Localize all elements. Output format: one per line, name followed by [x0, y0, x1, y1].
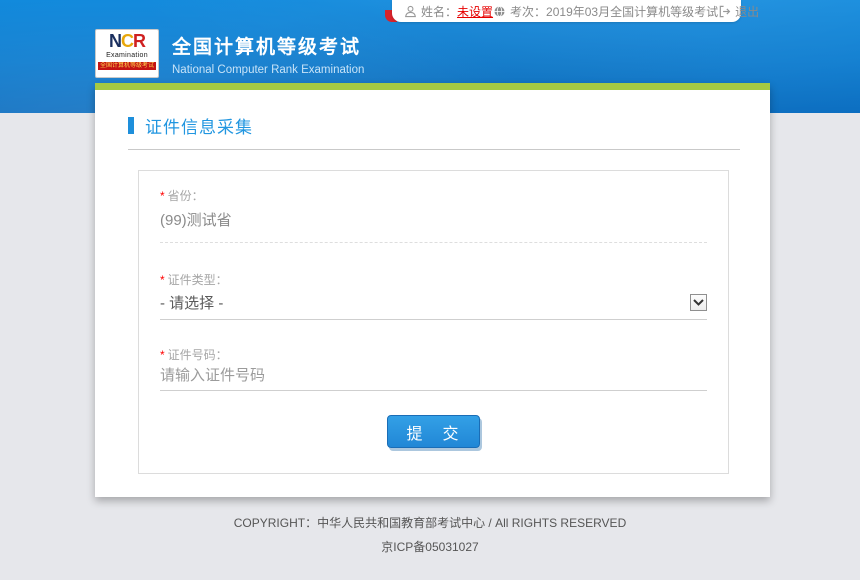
- chevron-down-icon: [693, 299, 704, 306]
- site-title-en: National Computer Rank Examination: [172, 64, 364, 76]
- field-divider: [160, 242, 707, 243]
- user-name-value[interactable]: 未设置: [457, 3, 493, 20]
- user-name-label: 姓名：: [421, 3, 457, 20]
- exam-session-value: 2019年03月全国计算机等级考试: [546, 3, 718, 20]
- ncre-logo: NCR Examination 全国计算机等级考试: [95, 29, 159, 78]
- logo-band-text: 全国计算机等级考试: [98, 62, 156, 70]
- page: 姓名： 未设置 考次： 2019年03月全国计算机等级考试 退出 NCR: [0, 0, 860, 580]
- site-title-cn: 全国计算机等级考试: [172, 32, 364, 59]
- user-status-bar: 姓名： 未设置 考次： 2019年03月全国计算机等级考试 退出: [392, 0, 741, 22]
- page-footer: COPYRIGHT：中华人民共和国教育部考试中心 / All RIGHTS RE…: [0, 514, 860, 555]
- exam-session-group: 考次： 2019年03月全国计算机等级考试: [493, 3, 718, 20]
- globe-icon: [493, 5, 506, 18]
- logout-group[interactable]: 退出: [718, 3, 759, 20]
- select-dropdown-button[interactable]: [690, 294, 707, 311]
- id-info-form: *省份： (99)测试省 *证件类型： - 请选择 -: [138, 170, 729, 474]
- title-divider: [128, 149, 740, 150]
- province-field: *省份： (99)测试省: [139, 187, 728, 243]
- required-asterisk: *: [160, 348, 165, 362]
- exam-session-label: 考次：: [510, 3, 546, 20]
- logout-label[interactable]: 退出: [735, 3, 759, 20]
- brand-header: NCR Examination 全国计算机等级考试 全国计算机等级考试 Nati…: [95, 29, 364, 78]
- id-number-input[interactable]: [160, 367, 707, 384]
- logo-examination-text: Examination: [106, 51, 148, 60]
- copyright-text: COPYRIGHT：中华人民共和国教育部考试中心 / All RIGHTS RE…: [0, 514, 860, 531]
- province-label: *省份：: [160, 187, 707, 204]
- required-asterisk: *: [160, 189, 165, 203]
- brand-titles: 全国计算机等级考试 National Computer Rank Examina…: [172, 29, 364, 76]
- province-value: (99)测试省: [160, 209, 707, 230]
- id-number-label: *证件号码：: [160, 346, 707, 363]
- id-number-field: *证件号码：: [139, 346, 728, 391]
- user-icon: [404, 5, 417, 18]
- green-accent-strip: [95, 83, 770, 90]
- page-title: 证件信息采集: [145, 113, 253, 138]
- field-divider: [160, 390, 707, 391]
- icp-license-text: 京ICP备05031027: [0, 538, 860, 555]
- id-type-select[interactable]: - 请选择 -: [160, 292, 707, 313]
- required-asterisk: *: [160, 273, 165, 287]
- field-divider: [160, 319, 707, 320]
- submit-button[interactable]: 提 交: [387, 415, 480, 448]
- id-type-selected-value[interactable]: - 请选择 -: [160, 292, 223, 313]
- id-type-label: *证件类型：: [160, 271, 707, 288]
- title-accent-bar: [128, 117, 134, 134]
- logo-acronym: NCR: [109, 32, 145, 51]
- content-card: 证件信息采集 *省份： (99)测试省 *证件类型： - 请选择 -: [95, 83, 770, 497]
- section-header: 证件信息采集: [95, 90, 770, 150]
- id-type-field: *证件类型： - 请选择 -: [139, 271, 728, 320]
- logout-icon: [718, 5, 731, 18]
- user-name-group: 姓名： 未设置: [404, 3, 493, 20]
